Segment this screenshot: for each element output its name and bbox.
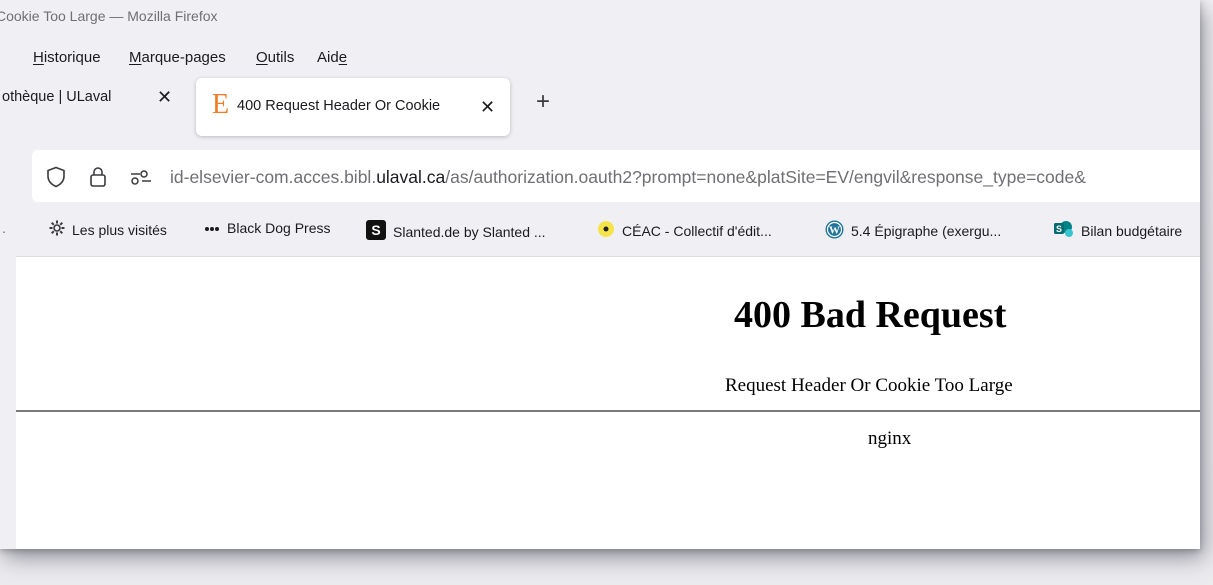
- browser-window: Cookie Too Large — Mozilla Firefox Histo…: [0, 0, 1200, 549]
- svg-text:W: W: [829, 225, 840, 237]
- url-text[interactable]: id-elsevier-com.acces.bibl.ulaval.ca/as/…: [170, 167, 1086, 188]
- menu-marque-pages-label: Marque-pages: [129, 49, 226, 66]
- menu-historique[interactable]: Historique: [33, 49, 101, 66]
- bookmark-bilan-budgetaire-label: Bilan budgétaire: [1081, 222, 1183, 239]
- lock-icon[interactable]: [89, 166, 107, 193]
- bookmark-epigraphe[interactable]: W 5.4 Épigraphe (exergu...: [825, 220, 1001, 242]
- page-content: 400 Bad Request Request Header Or Cookie…: [16, 256, 1200, 549]
- bookmark-slanted-label: Slanted.de by Slanted ...: [393, 223, 546, 240]
- window-title: Cookie Too Large — Mozilla Firefox: [0, 8, 218, 24]
- url-prefix: id-elsevier-com.acces.bibl.: [170, 167, 377, 187]
- permissions-icon[interactable]: [130, 169, 152, 190]
- menu-accel-letter: e: [338, 49, 348, 66]
- svg-text:S: S: [371, 222, 380, 238]
- menu-aide[interactable]: Aide: [317, 49, 347, 66]
- error-message: Request Header Or Cookie Too Large: [725, 375, 1013, 396]
- url-host: ulaval.ca: [376, 167, 446, 187]
- bookmarks-overflow-dot: .: [2, 220, 6, 236]
- menu-accel-letter: M: [129, 49, 142, 66]
- bookmark-epigraphe-label: 5.4 Épigraphe (exergu...: [851, 223, 1002, 239]
- tracking-protection-shield-icon[interactable]: [46, 166, 66, 193]
- tab-strip: othèque | ULaval ✕ E 400 Request Header …: [0, 72, 1200, 142]
- gear-icon: [49, 220, 65, 239]
- address-bar[interactable]: id-elsevier-com.acces.bibl.ulaval.ca/as/…: [32, 150, 1200, 202]
- svg-text:S: S: [1056, 224, 1062, 234]
- new-tab-plus-icon[interactable]: +: [536, 88, 550, 116]
- tab-400-request[interactable]: E 400 Request Header Or Cookie ✕: [196, 78, 510, 136]
- yellow-dot-icon: [597, 220, 615, 241]
- elsevier-favicon-icon: E: [212, 89, 230, 120]
- wordpress-icon: W: [825, 220, 844, 242]
- tab-400-request-label: 400 Request Header Or Cookie: [237, 98, 441, 114]
- menu-marque-pages[interactable]: Marque-pages: [129, 49, 226, 66]
- divider: [16, 410, 1200, 412]
- bookmark-les-plus-visites[interactable]: Les plus visités: [49, 220, 167, 239]
- close-icon[interactable]: ✕: [480, 97, 495, 118]
- menu-aide-label: Aide: [317, 49, 348, 66]
- menu-historique-label: Historique: [33, 49, 101, 66]
- menu-accel-letter: H: [33, 49, 44, 66]
- menu-accel-letter: O: [256, 49, 268, 66]
- slanted-icon: S: [366, 220, 386, 243]
- dots-icon: [204, 220, 220, 236]
- bookmark-black-dog-press[interactable]: Black Dog Press: [204, 220, 330, 236]
- menu-bar: Historique Marque-pages Outils Aide: [0, 38, 1200, 72]
- menu-outils-label: Outils: [256, 49, 295, 66]
- bookmark-bilan-budgetaire[interactable]: S Bilan budgétaire: [1054, 220, 1182, 241]
- title-bar: Cookie Too Large — Mozilla Firefox: [0, 0, 1200, 38]
- bookmarks-toolbar: . Les plus visités Black Dog Press S Sla…: [0, 216, 1200, 250]
- sharepoint-icon: S: [1054, 220, 1074, 241]
- bookmark-les-plus-visites-label: Les plus visités: [72, 221, 167, 238]
- menu-outils[interactable]: Outils: [256, 49, 294, 66]
- error-heading: 400 Bad Request: [734, 294, 1007, 336]
- close-icon[interactable]: ✕: [157, 87, 172, 108]
- bookmark-ceac-label: CÉAC - Collectif d'édit...: [622, 222, 772, 239]
- tab-ulaval[interactable]: othèque | ULaval ✕: [0, 78, 182, 118]
- bookmark-slanted[interactable]: S Slanted.de by Slanted ...: [366, 220, 546, 243]
- bookmark-black-dog-press-label: Black Dog Press: [227, 220, 331, 236]
- url-suffix: /as/authorization.oauth2?prompt=none&pla…: [445, 167, 1086, 187]
- bookmark-ceac[interactable]: CÉAC - Collectif d'édit...: [597, 220, 772, 241]
- server-signature: nginx: [868, 428, 912, 449]
- tab-ulaval-label: othèque | ULaval: [2, 89, 112, 105]
